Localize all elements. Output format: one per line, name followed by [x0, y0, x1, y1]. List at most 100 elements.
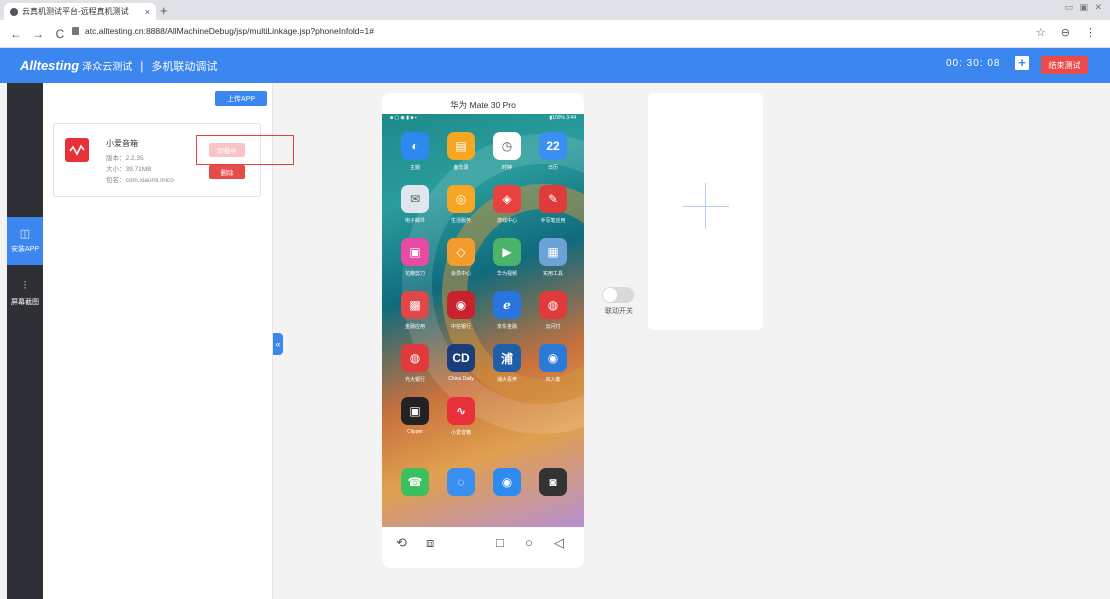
phone-app-icon: ▦ [539, 238, 567, 266]
phone-app[interactable]: ✉ 电子邮件 [392, 185, 438, 224]
new-tab-button[interactable]: + [160, 3, 168, 18]
phone-app[interactable]: ∿ 小爱音箱 [438, 397, 484, 436]
phone-app-label: 浦大喜奔 [496, 377, 517, 383]
phone-app[interactable]: ℯ 京东金融 [484, 291, 530, 330]
phone-app-icon: ▤ [447, 132, 475, 160]
phone-app[interactable]: ▣ Clipper [392, 397, 438, 436]
phone-app-icon: ▣ [401, 397, 429, 425]
device-screen[interactable]: ■ ▢ ◉ ▮ ■ ▪ ▮100% 3:44 ◐ 主题 ▤ 备忘录 ◷ 时钟 22 日历 ✉ 电子… [382, 114, 584, 527]
session-timer: 00: 30: 08 [946, 58, 1001, 69]
device-nav-bar: ⟲ ⧈ □ ○ ◁ [382, 535, 584, 555]
add-device-button[interactable]: + [1015, 56, 1029, 70]
dock-app-icon[interactable]: ☎ [401, 468, 429, 496]
phone-app-icon: CD [447, 344, 475, 372]
app-size: 大小：39.71MB [106, 166, 152, 173]
dock-app-icon[interactable]: ◌ [447, 468, 475, 496]
dock-app-icon[interactable]: ◙ [539, 468, 567, 496]
phone-app[interactable]: ✎ 手写笔应用 [530, 185, 576, 224]
collapse-panel-button[interactable]: « [273, 333, 283, 355]
phone-app-label: 日历 [547, 165, 558, 171]
dock-app-icon[interactable]: ◉ [493, 468, 521, 496]
device-screenshot-icon[interactable]: ⧈ [426, 535, 434, 551]
brand-logo: Alltesting [20, 58, 80, 73]
phone-app[interactable]: ▦ 实用工具 [530, 238, 576, 277]
phone-app[interactable]: CD China Daily [438, 344, 484, 383]
phone-app[interactable]: ▩ 金融应用 [392, 291, 438, 330]
highlight-annotation [196, 135, 294, 165]
recent-apps-icon[interactable]: □ [496, 535, 504, 550]
rotate-icon[interactable]: ⟲ [396, 535, 407, 551]
header-separator: | [140, 58, 144, 73]
phone-app[interactable]: ◷ 时钟 [484, 132, 530, 171]
tab-close-icon[interactable]: × [145, 7, 150, 17]
sidebar: ◫ 安装APP ⫶ 屏幕截图 [7, 83, 49, 599]
phone-app-icon: ℯ [493, 291, 521, 319]
plus-icon [683, 206, 729, 207]
phone-app-label: 主题 [409, 165, 420, 171]
phone-app-icon: ◉ [539, 344, 567, 372]
delete-app-button[interactable]: 删除 [209, 165, 245, 179]
forward-button[interactable]: → [32, 27, 44, 41]
phone-app-label: 金融应用 [404, 324, 425, 330]
phone-app-icon: 22 [539, 132, 567, 160]
url-field[interactable]: atc.alltesting.cn:8888/AllMachineDebug/j… [72, 26, 374, 36]
phone-app[interactable]: ◇ 会员中心 [438, 238, 484, 277]
phone-app-icon: 浦 [493, 344, 521, 372]
upload-app-button[interactable]: 上传APP [215, 91, 267, 106]
toggle-knob [603, 288, 617, 302]
device-name: 华为 Mate 30 Pro [450, 100, 516, 110]
phone-app[interactable]: ▤ 备忘录 [438, 132, 484, 171]
phone-app[interactable]: 22 日历 [530, 132, 576, 171]
phone-app-label: 华为视频 [496, 271, 517, 277]
phone-app-icon: ✉ [401, 185, 429, 213]
sidebar-item-label: 安装APP [10, 246, 39, 253]
browser-tab[interactable]: 云真机测试平台-远程真机测试 × [4, 3, 156, 20]
phone-app-label: 手写笔应用 [540, 218, 566, 224]
app-grid: ◐ 主题 ▤ 备忘录 ◷ 时钟 22 日历 ✉ 电子邮件 ◎ 生活服务 ◈ 游戏中心 ✎ 手写笔应用 ▣ 花瓣剪刀… [392, 132, 576, 436]
back-icon[interactable]: ◁ [554, 535, 564, 551]
phone-app-icon: ◷ [493, 132, 521, 160]
sidebar-item-screenshot[interactable]: ⫶ 屏幕截图 [7, 270, 43, 318]
phone-app-label: China Daily [448, 376, 474, 382]
phone-app-label: 游戏中心 [496, 218, 517, 224]
install-app-icon: ◫ [19, 228, 31, 240]
reload-button[interactable]: C [54, 27, 66, 41]
phone-app[interactable]: ◍ 云闪付 [530, 291, 576, 330]
phone-app-label: 京东金融 [496, 324, 517, 330]
back-button[interactable]: ← [10, 27, 22, 41]
window-controls[interactable]: ▭ ▣ ✕ [1064, 2, 1104, 13]
site-favicon-icon [10, 7, 18, 16]
page-title: 多机联动调试 [151, 60, 218, 73]
phone-app-icon: ◉ [447, 291, 475, 319]
tab-title: 云真机测试平台-远程真机测试 [22, 7, 129, 16]
phone-app[interactable]: ◈ 游戏中心 [484, 185, 530, 224]
home-icon[interactable]: ○ [525, 535, 533, 550]
phone-app[interactable]: ▶ 华为视频 [484, 238, 530, 277]
phone-app-icon: ▶ [493, 238, 521, 266]
phone-app-label: 时钟 [501, 165, 512, 171]
lock-icon [72, 27, 79, 35]
phone-app-label: 光大银行 [404, 377, 425, 383]
sync-toggle[interactable] [602, 287, 634, 303]
add-device-slot[interactable] [648, 93, 763, 330]
phone-app-label: 备忘录 [453, 165, 469, 171]
phone-app[interactable]: ◍ 光大银行 [392, 344, 438, 383]
phone-app-icon: ▣ [401, 238, 429, 266]
app-package: 包名：com.xiaomi.mico [106, 177, 174, 184]
phone-app[interactable]: ▣ 花瓣剪刀 [392, 238, 438, 277]
end-test-button[interactable]: 结束测试 [1041, 56, 1088, 74]
phone-app[interactable]: ◉ 买入客 [530, 344, 576, 383]
browser-actions[interactable]: ☆ ⊖ ⋮ [1036, 26, 1102, 39]
phone-app[interactable]: ◎ 生活服务 [438, 185, 484, 224]
phone-app-label: 小爱音箱 [450, 430, 471, 436]
phone-app-icon: ◈ [493, 185, 521, 213]
sidebar-item-install-app[interactable]: ◫ 安装APP [7, 217, 49, 265]
phone-app-label: 会员中心 [450, 271, 471, 277]
phone-app[interactable]: ◉ 中信银行 [438, 291, 484, 330]
phone-app-label: 花瓣剪刀 [404, 271, 425, 277]
phone-app[interactable]: ◐ 主题 [392, 132, 438, 171]
phone-app-icon: ◍ [539, 291, 567, 319]
phone-app[interactable]: 浦浦大喜奔 [484, 344, 530, 383]
xiaoai-app-icon [65, 138, 89, 162]
phone-app-icon: ▩ [401, 291, 429, 319]
